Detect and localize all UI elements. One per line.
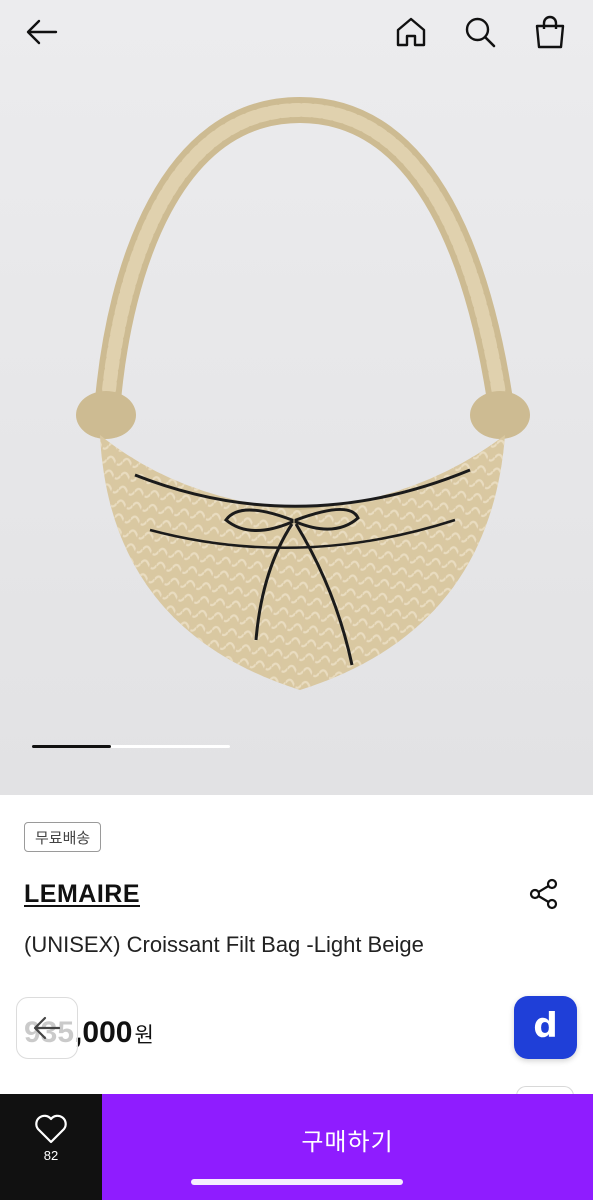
product-image[interactable]	[0, 70, 593, 720]
top-bar	[0, 0, 593, 64]
search-icon	[465, 17, 496, 48]
brand-link[interactable]: LEMAIRE	[24, 880, 140, 909]
share-icon	[529, 878, 558, 910]
floating-back-button[interactable]	[16, 997, 78, 1059]
gallery-progress-indicator	[32, 745, 230, 748]
gallery-progress-fill	[32, 745, 112, 748]
arrow-left-icon	[33, 1016, 61, 1040]
home-indicator	[191, 1179, 403, 1185]
back-button[interactable]	[18, 10, 66, 54]
cart-button[interactable]	[527, 10, 573, 54]
like-button[interactable]: 82	[0, 1094, 102, 1200]
heart-icon	[35, 1114, 67, 1144]
home-button[interactable]	[388, 10, 434, 54]
free-shipping-badge: 무료배송	[24, 822, 102, 852]
like-count: 82	[43, 1148, 59, 1163]
arrow-left-icon	[26, 19, 58, 45]
buy-button-label: 구매하기	[301, 1128, 394, 1156]
shopping-bag-icon	[535, 15, 565, 49]
price-currency: 원	[134, 1024, 154, 1047]
d-app-button[interactable]: d	[514, 996, 577, 1059]
product-gallery[interactable]	[0, 0, 593, 795]
product-title: (UNISEX) Croissant Filt Bag -Light Beige	[24, 932, 424, 957]
home-icon	[396, 17, 426, 47]
share-button[interactable]	[522, 872, 566, 916]
search-button[interactable]	[457, 10, 503, 54]
d-logo: d	[533, 1005, 558, 1046]
